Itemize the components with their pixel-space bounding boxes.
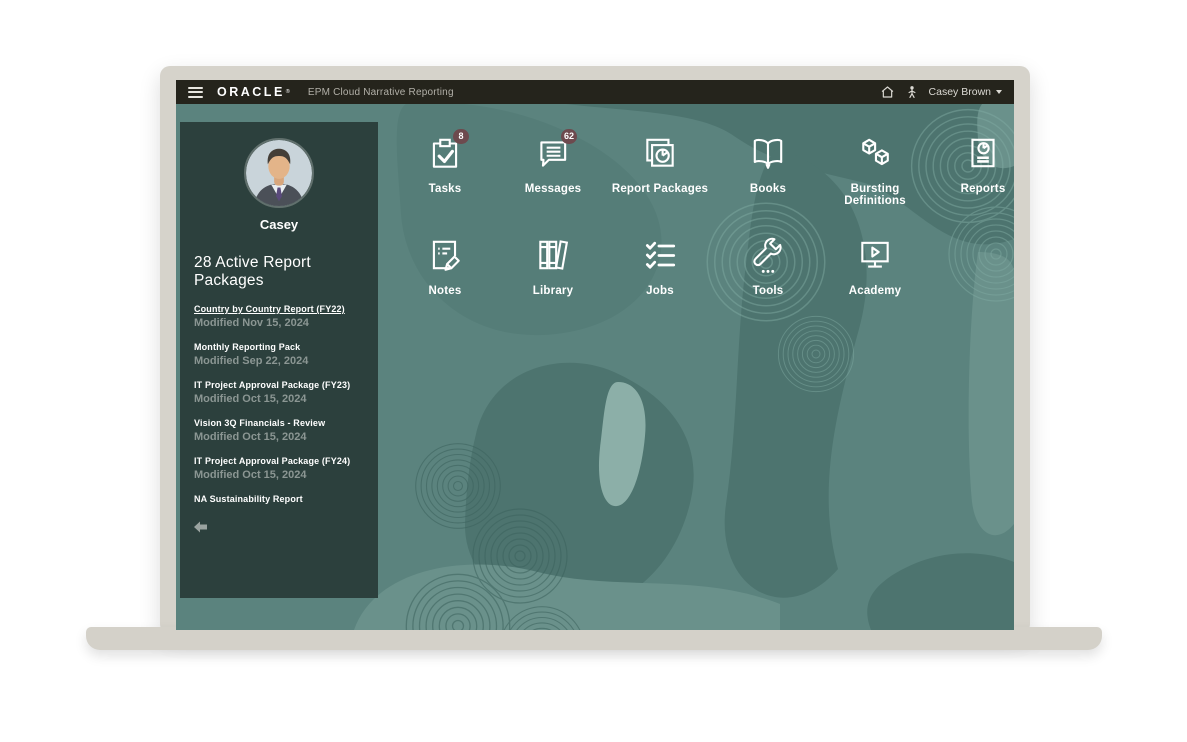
package-modified: Modified Oct 15, 2024	[194, 393, 364, 405]
tile-tools[interactable]: Tools	[713, 236, 823, 297]
package-title: IT Project Approval Package (FY24)	[194, 456, 364, 466]
package-modified: Modified Oct 15, 2024	[194, 469, 364, 481]
package-modified: Modified Sep 22, 2024	[194, 355, 364, 367]
report-package-list: Country by Country Report (FY22) Modifie…	[194, 304, 364, 504]
sidebar-user-name: Casey	[194, 217, 364, 232]
academy-icon	[856, 236, 894, 274]
tile-label: Report Packages	[605, 183, 715, 195]
tile-label: Notes	[390, 285, 500, 297]
avatar[interactable]	[244, 138, 314, 208]
tile-jobs[interactable]: Jobs	[605, 236, 715, 297]
tile-reports[interactable]: Reports	[928, 134, 1014, 195]
oracle-logo: ORACLE	[217, 85, 285, 99]
tile-books[interactable]: Books	[713, 134, 823, 195]
report-package-item[interactable]: NA Sustainability Report	[194, 494, 364, 504]
tile-label: Reports	[928, 183, 1014, 195]
tile-library[interactable]: Library	[498, 236, 608, 297]
report-packages-icon	[641, 134, 679, 172]
report-package-item[interactable]: Country by Country Report (FY22) Modifie…	[194, 304, 364, 329]
tasks-badge: 8	[453, 129, 469, 144]
tile-label: Academy	[820, 285, 930, 297]
package-modified: Modified Nov 15, 2024	[194, 317, 364, 329]
tile-bursting-definitions[interactable]: Bursting Definitions	[820, 134, 930, 207]
person-icon[interactable]	[907, 85, 917, 99]
tile-academy[interactable]: Academy	[820, 236, 930, 297]
home-icon[interactable]	[880, 85, 895, 99]
app-screen: ORACLE® EPM Cloud Narrative Reporting Ca…	[176, 80, 1014, 630]
reports-icon	[964, 134, 1002, 172]
package-title: Monthly Reporting Pack	[194, 342, 364, 352]
menu-icon[interactable]	[188, 87, 203, 98]
package-title: Vision 3Q Financials - Review	[194, 418, 364, 428]
tile-label: Library	[498, 285, 608, 297]
tile-label: Tools	[713, 285, 823, 297]
tile-label: Messages	[498, 183, 608, 195]
jobs-icon	[641, 236, 679, 274]
report-package-item[interactable]: IT Project Approval Package (FY24) Modif…	[194, 456, 364, 481]
product-title: EPM Cloud Narrative Reporting	[308, 87, 454, 98]
user-name: Casey Brown	[929, 86, 991, 98]
tile-notes[interactable]: Notes	[390, 236, 500, 297]
tile-label: Books	[713, 183, 823, 195]
tile-label: Tasks	[390, 183, 500, 195]
sidebar: Casey 28 Active Report Packages Country …	[180, 122, 378, 598]
books-icon	[749, 134, 787, 172]
tile-label: Jobs	[605, 285, 715, 297]
library-icon	[534, 236, 572, 274]
tile-tasks[interactable]: 8 Tasks	[390, 134, 500, 195]
tile-messages[interactable]: 62 Messages	[498, 134, 608, 195]
report-package-item[interactable]: Vision 3Q Financials - Review Modified O…	[194, 418, 364, 443]
tile-report-packages[interactable]: Report Packages	[605, 134, 715, 195]
tools-icon	[749, 236, 787, 274]
tile-label: Bursting Definitions	[820, 183, 930, 207]
package-title: Country by Country Report (FY22)	[194, 304, 364, 314]
user-menu[interactable]: Casey Brown	[929, 86, 1002, 98]
laptop-base	[86, 627, 1102, 650]
bursting-definitions-icon	[856, 134, 894, 172]
oracle-registered-mark: ®	[286, 89, 290, 95]
arrow-left-icon[interactable]	[194, 521, 208, 533]
caret-down-icon	[996, 90, 1002, 94]
report-package-item[interactable]: Monthly Reporting Pack Modified Sep 22, …	[194, 342, 364, 367]
active-packages-heading: 28 Active Report Packages	[194, 254, 364, 290]
package-modified: Modified Oct 15, 2024	[194, 431, 364, 443]
messages-badge: 62	[561, 129, 577, 144]
package-title: NA Sustainability Report	[194, 494, 364, 504]
package-title: IT Project Approval Package (FY23)	[194, 380, 364, 390]
topbar: ORACLE® EPM Cloud Narrative Reporting Ca…	[176, 80, 1014, 104]
notes-icon	[426, 236, 464, 274]
report-package-item[interactable]: IT Project Approval Package (FY23) Modif…	[194, 380, 364, 405]
